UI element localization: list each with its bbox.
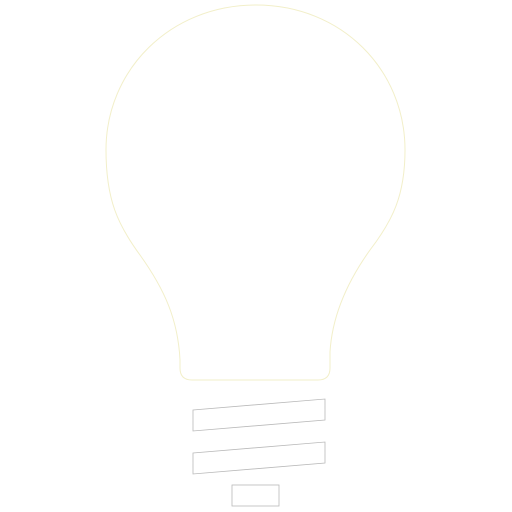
lightbulb-icon [105,4,406,507]
bulb-glass [105,4,406,381]
lightbulb-illustration [0,0,512,512]
base-thread-bottom [192,441,326,475]
base-contact-tip [231,484,280,507]
base-thread-top [192,398,326,432]
